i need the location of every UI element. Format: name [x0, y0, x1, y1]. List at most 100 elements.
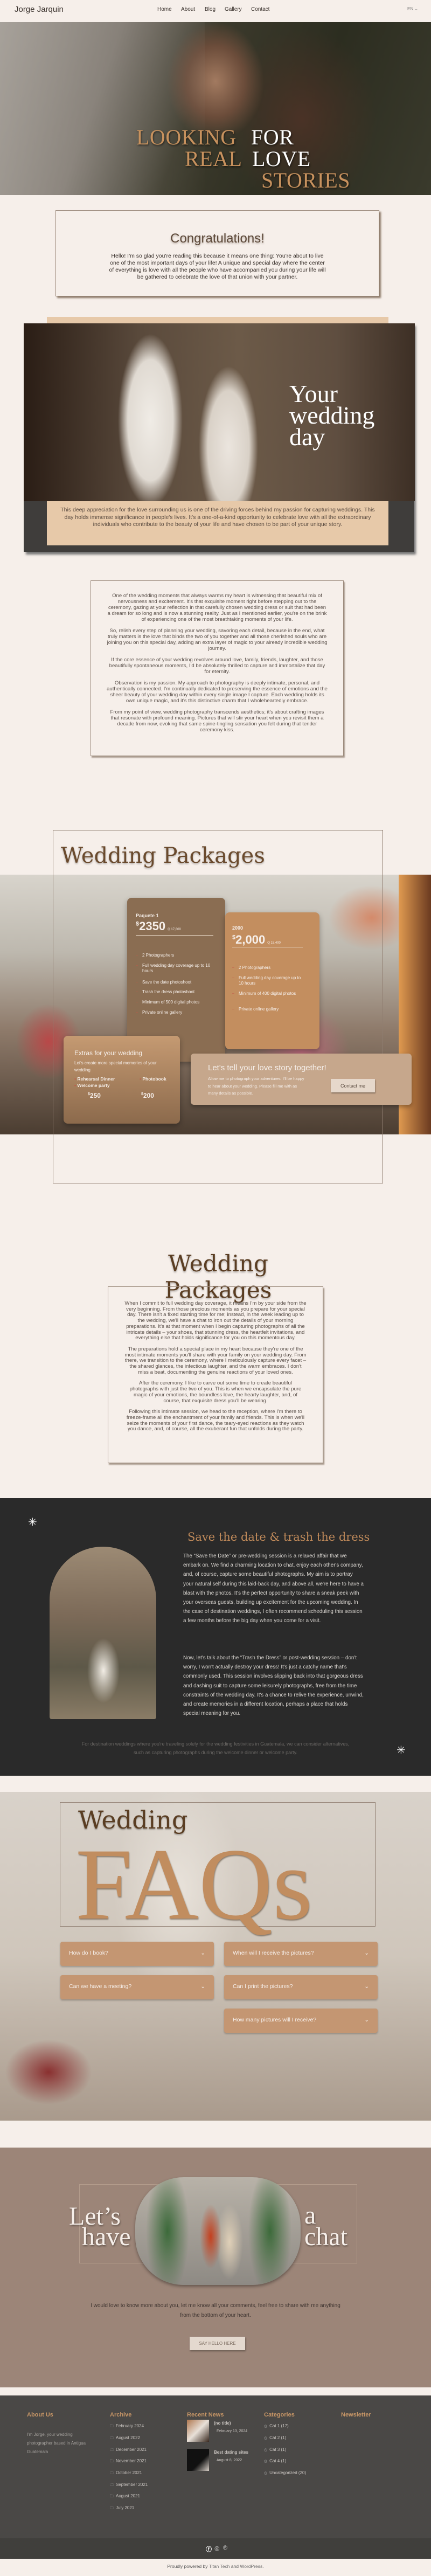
faq-item[interactable]: Can we have a meeting? ⌄	[60, 1975, 214, 1999]
sessions-note: For destination weddings where you're tr…	[81, 1741, 350, 1755]
nav-contact[interactable]: Contact	[251, 6, 269, 12]
local-price: Q 15,400	[267, 941, 281, 945]
clock-icon: ◷	[264, 2425, 268, 2428]
chevron-down-icon: ⌄	[200, 1950, 205, 1956]
feature-text: Minimum of 500 digital photos	[142, 1000, 200, 1005]
feature-item: – Minimum of 400 digital photos	[232, 991, 297, 996]
contact-me-button[interactable]: Contact me	[331, 1079, 375, 1092]
footer-about-text: I'm Jorge, your wedding photographer bas…	[27, 2432, 86, 2454]
starburst-icon: ✳	[397, 1744, 406, 1756]
feature-item: – Full wedding day coverage up to 10 hour…	[232, 975, 302, 986]
divider	[136, 935, 213, 936]
archive-link[interactable]: 🗀 July 2021	[110, 2505, 134, 2512]
nav-about[interactable]: About	[181, 6, 195, 12]
footer-about-title: About Us	[27, 2412, 53, 2418]
archive-link[interactable]: 🗀 October 2021	[110, 2470, 142, 2477]
folder-icon: 🗀	[110, 2471, 114, 2475]
feature-item: – Trash the dress photoshoot	[136, 989, 211, 995]
pinterest-icon[interactable]: ℗	[223, 2545, 227, 2551]
chat-title-word: chat	[304, 2222, 347, 2251]
chat-title-word: have	[82, 2222, 131, 2251]
extra-price: $250	[88, 1092, 101, 1099]
wedding-day-title: day	[289, 423, 325, 451]
chevron-down-icon: ⌄	[414, 6, 419, 11]
price-value: 2350	[139, 919, 166, 933]
story-paragraph: Observation is my passion. My approach t…	[107, 680, 328, 704]
cta-text: Allow me to photograph your adventures. …	[208, 1076, 304, 1096]
footer-credit: Proudly powered by Titan Tech and WordPr…	[0, 2564, 431, 2569]
extras-description: Let's create more special memories of yo…	[74, 1061, 157, 1072]
archive-link[interactable]: 🗀 December 2021	[110, 2447, 147, 2454]
coverage-card: When I commit to full wedding day covera…	[108, 1286, 323, 1463]
faq-item[interactable]: Can I print the pictures? ⌄	[224, 1975, 378, 1999]
sessions-title: Save the date & trash the dress	[187, 1531, 370, 1543]
category-link[interactable]: ◷ Cat 4 (1)	[264, 2459, 286, 2463]
price-value: 2,000	[235, 933, 266, 946]
feature-text: Full wedding day coverage up to 10 hours	[239, 975, 301, 986]
archive-label: November 2021	[116, 2459, 147, 2463]
story-paragraph: If the core essence of your wedding revo…	[109, 657, 325, 675]
post-title-link[interactable]: Best dating sites	[214, 2450, 248, 2455]
folder-icon: 🗀	[110, 2460, 114, 2463]
archive-label: February 2024	[116, 2423, 144, 2428]
category-link[interactable]: ◷ Cat 3 (1)	[264, 2447, 286, 2452]
say-hello-button[interactable]: SAY HELLO HERE	[190, 2337, 245, 2350]
folder-icon: 🗀	[110, 2483, 114, 2487]
chevron-down-icon: ⌄	[364, 1950, 369, 1956]
price-value: 200	[143, 1092, 154, 1099]
cta-title: Let's tell your love story together!	[208, 1063, 326, 1072]
feature-text: Trash the dress photoshoot	[142, 989, 195, 994]
post-title-link[interactable]: (no title)	[214, 2421, 231, 2426]
feature-item: – Private online gallery	[136, 1010, 211, 1015]
archive-label: October 2021	[116, 2470, 142, 2475]
sessions-paragraph: Now, let's talk about the “Trash the Dre…	[183, 1655, 364, 1717]
hero-photo: LOOKING FOR REAL LOVE STORIES	[0, 22, 431, 195]
facebook-icon[interactable]: ⓕ	[206, 2545, 212, 2553]
post-thumbnail[interactable]	[187, 2420, 209, 2442]
faq-item[interactable]: When will I receive the pictures? ⌄	[224, 1942, 378, 1966]
archive-link[interactable]: 🗀 February 2024	[110, 2423, 144, 2430]
category-label: Cat 1 (17)	[269, 2423, 289, 2428]
nav-blog[interactable]: Blog	[205, 6, 215, 12]
wordpress-link[interactable]: WordPress.	[240, 2564, 263, 2569]
package-name: Paquete 1	[136, 913, 159, 918]
archive-link[interactable]: 🗀 September 2021	[110, 2482, 148, 2489]
nav-gallery[interactable]: Gallery	[225, 6, 242, 12]
congratulations-card: Congratulations! Hello! I'm so glad you'…	[55, 210, 379, 296]
congratulations-title: Congratulations!	[170, 231, 265, 246]
feature-text: Save the date photoshoot	[142, 980, 192, 985]
love-story-cta: Let's tell your love story together! All…	[191, 1054, 412, 1105]
folder-icon: 🗀	[110, 2495, 114, 2498]
story-paragraph: From my point of view, wedding photograp…	[110, 709, 324, 733]
category-link[interactable]: ◷ Uncategorized (20)	[264, 2470, 306, 2475]
nav-home[interactable]: Home	[157, 6, 172, 12]
starburst-icon: ✳	[28, 1516, 37, 1528]
clock-icon: ◷	[264, 2471, 268, 2475]
titan-tech-link[interactable]: Titan Tech	[209, 2564, 230, 2569]
site-logo[interactable]: Jorge Jarquin	[15, 5, 64, 14]
archive-label: December 2021	[116, 2447, 147, 2452]
category-link[interactable]: ◷ Cat 2 (1)	[264, 2435, 286, 2440]
sessions-paragraph: The “Save the Date” or pre-wedding sessi…	[183, 1553, 364, 1624]
faq-item[interactable]: How many pictures will I receive? ⌄	[224, 2009, 378, 2033]
credit-prefix: Proudly powered by	[167, 2564, 208, 2569]
language-selector[interactable]: EN ⌄	[407, 6, 418, 11]
extra-price: $200	[141, 1092, 154, 1099]
archive-link[interactable]: 🗀 August 2021	[110, 2494, 140, 2500]
hero-title-word: REAL	[185, 147, 242, 171]
chevron-down-icon: ⌄	[364, 1983, 369, 1990]
faq-question: How many pictures will I receive?	[233, 2017, 317, 2023]
category-label: Cat 3 (1)	[269, 2447, 287, 2452]
archive-link[interactable]: 🗀 August 2022	[110, 2435, 140, 2442]
feature-item: – 2 Photographers	[232, 965, 305, 971]
archive-link[interactable]: 🗀 November 2021	[110, 2459, 147, 2465]
post-thumbnail[interactable]	[187, 2449, 209, 2471]
category-link[interactable]: ◷ Cat 1 (17)	[264, 2423, 289, 2428]
extra-label: Photobook	[142, 1076, 166, 1082]
faq-item[interactable]: How do I book? ⌄	[60, 1942, 214, 1966]
extra-item: • Rehearsal Dinner	[74, 1076, 115, 1082]
bullet-icon: –	[136, 1000, 138, 1004]
social-bar: ⓕ ◎ ℗	[0, 2538, 431, 2559]
instagram-icon[interactable]: ◎	[214, 2545, 220, 2552]
post-date: February 13, 2024	[217, 2429, 248, 2433]
